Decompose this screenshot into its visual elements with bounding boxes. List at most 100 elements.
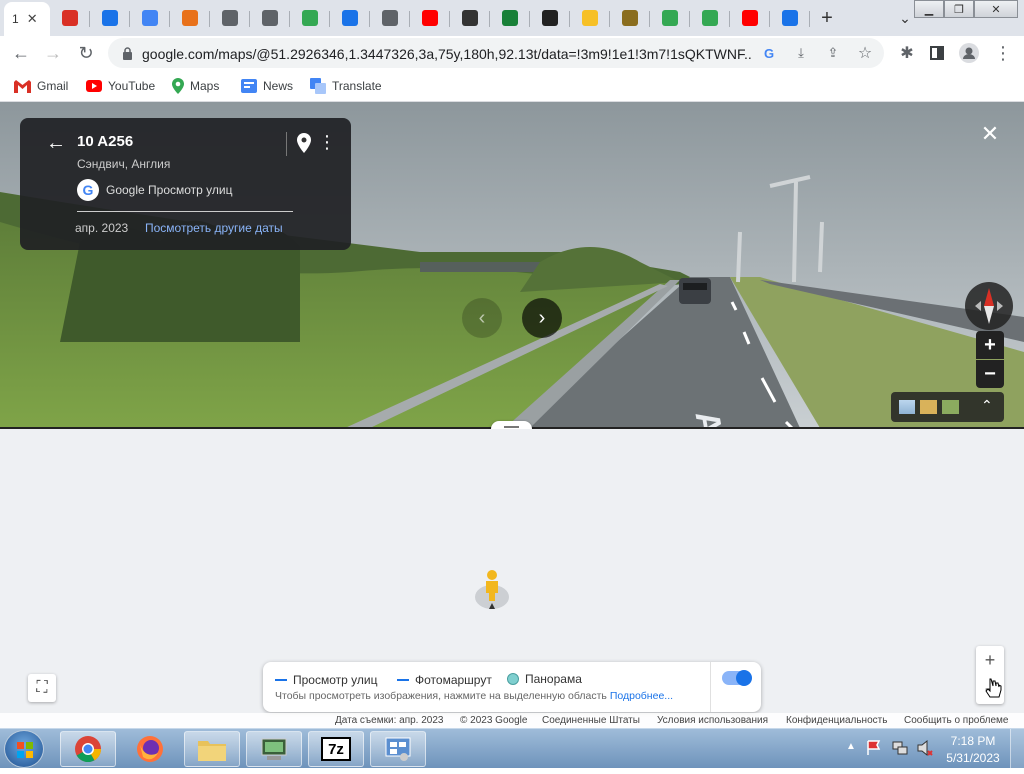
sv-zoom-in-button[interactable]: +: [976, 331, 1004, 359]
map-zoom-in-button[interactable]: +: [976, 646, 1004, 675]
layer-legend-panel: Просмотр улиц Фотомаршрут Панорама Чтобы…: [263, 662, 761, 712]
clock-date[interactable]: 5/31/2023: [944, 751, 1002, 765]
install-app-icon[interactable]: ⤓: [792, 44, 810, 62]
browser-tab[interactable]: [610, 4, 650, 32]
taskbar-chrome[interactable]: [60, 731, 116, 767]
footer-region[interactable]: Соединенные Штаты: [542, 715, 640, 726]
sv-zoom-out-button[interactable]: −: [976, 360, 1004, 388]
minimap[interactable]: ⛶ + − Просмотр улиц Фотомаршрут Панорама…: [0, 429, 1024, 728]
back-arrow-icon[interactable]: ←: [46, 132, 66, 155]
browser-tab[interactable]: [570, 4, 610, 32]
forward-button[interactable]: →: [40, 40, 66, 66]
expand-chevron-icon[interactable]: ⌃: [981, 397, 993, 414]
back-button[interactable]: ←: [8, 40, 34, 66]
taskbar-explorer[interactable]: [184, 731, 240, 767]
more-info-link[interactable]: Подробнее...: [610, 690, 673, 702]
control-panel-icon: [385, 737, 411, 761]
thumbnail-field[interactable]: [920, 400, 937, 414]
bookmark-translate[interactable]: Translate: [310, 77, 382, 95]
reload-button[interactable]: ↻: [73, 40, 99, 66]
more-options-icon[interactable]: ⋮: [318, 132, 336, 153]
bookmark-star-icon[interactable]: ☆: [856, 44, 874, 62]
map-pin-icon[interactable]: [297, 133, 311, 158]
extensions-icon[interactable]: ✱: [894, 40, 920, 66]
tray-network-icon[interactable]: [892, 739, 908, 762]
restore-button[interactable]: ❐: [944, 0, 974, 18]
browser-tab[interactable]: [650, 4, 690, 32]
download-orange-icon: [182, 10, 198, 26]
nav-right-arrow[interactable]: ›: [522, 298, 562, 338]
new-tab-button[interactable]: +: [810, 4, 844, 32]
profile-avatar[interactable]: [956, 40, 982, 66]
bookmark-news[interactable]: News: [241, 77, 293, 95]
other-dates-link[interactable]: Посмотреть другие даты: [145, 221, 283, 235]
pegman-icon[interactable]: [474, 569, 510, 618]
streetview-layer-toggle[interactable]: [722, 670, 752, 686]
url-text[interactable]: google.com/maps/@51.2926346,1.3447326,3a…: [142, 46, 752, 62]
browser-tab[interactable]: [490, 4, 530, 32]
7zip-icon: 7z: [321, 737, 351, 761]
browser-tab[interactable]: [50, 4, 90, 32]
thumbnail-sky[interactable]: [899, 400, 915, 414]
close-window-button[interactable]: ✕: [974, 0, 1018, 18]
taskbar-control-panel[interactable]: [370, 731, 426, 767]
footer-copyright: © 2023 Google: [460, 715, 528, 726]
browser-tab[interactable]: [250, 4, 290, 32]
taskbar-7zip[interactable]: 7z: [308, 731, 364, 767]
panorama-dot-icon: [507, 673, 519, 685]
browser-tab[interactable]: [690, 4, 730, 32]
bookmark-youtube[interactable]: YouTube: [86, 77, 155, 95]
layer-streetview[interactable]: Просмотр улиц: [275, 673, 377, 687]
gmail-icon: [14, 79, 31, 93]
bookmark-maps[interactable]: Maps: [172, 77, 219, 95]
bookmark-gmail[interactable]: Gmail: [14, 77, 68, 95]
fullscreen-icon[interactable]: ⛶: [28, 674, 56, 702]
tab-active[interactable]: 1 ✕: [4, 2, 50, 36]
browser-tab[interactable]: [450, 4, 490, 32]
translate-icon: [310, 78, 326, 94]
tray-volume-icon[interactable]: [916, 739, 934, 762]
lock-icon[interactable]: [118, 44, 136, 62]
share-green-icon: [302, 10, 318, 26]
browser-tab[interactable]: [410, 4, 450, 32]
browser-tab[interactable]: [370, 4, 410, 32]
show-hidden-icons[interactable]: ▲: [846, 741, 856, 752]
browser-tab[interactable]: [130, 4, 170, 32]
clock-time[interactable]: 7:18 PM: [948, 734, 998, 748]
browser-tab[interactable]: [330, 4, 370, 32]
browser-tab[interactable]: [170, 4, 210, 32]
browser-tab[interactable]: [90, 4, 130, 32]
menu-kebab-icon[interactable]: ⋮: [990, 40, 1016, 66]
minimize-button[interactable]: ▁: [914, 0, 944, 18]
tray-flag-icon[interactable]: [866, 739, 882, 762]
network-icon: [261, 738, 287, 760]
window-controls: ▁ ❐ ✕: [914, 0, 1018, 20]
taskbar-network[interactable]: [246, 731, 302, 767]
address-bar[interactable]: google.com/maps/@51.2926346,1.3447326,3a…: [108, 38, 884, 68]
browser-tab[interactable]: [730, 4, 770, 32]
nav-left-arrow[interactable]: ‹: [462, 298, 502, 338]
side-panel-icon[interactable]: [924, 40, 950, 66]
browser-tab[interactable]: [290, 4, 330, 32]
footer-report[interactable]: Сообщить о проблеме: [904, 715, 1008, 726]
browser-tab[interactable]: [530, 4, 570, 32]
browser-tab[interactable]: [210, 4, 250, 32]
google-lens-icon[interactable]: G: [760, 44, 778, 62]
layer-panorama[interactable]: Панорама: [507, 672, 582, 686]
street-view-panorama[interactable]: A256 ← 10 A256 Сэндвич, Англия G Google …: [0, 102, 1024, 428]
compass-icon[interactable]: [965, 282, 1013, 330]
share-icon[interactable]: ⇪: [824, 44, 842, 62]
footer-terms[interactable]: Условия использования: [657, 715, 768, 726]
folder-icon: [198, 741, 226, 761]
photo-thumbnails-strip[interactable]: ⌃: [891, 392, 1004, 422]
thumbnail-trees[interactable]: [942, 400, 959, 414]
close-tab-icon[interactable]: ✕: [27, 11, 38, 27]
show-desktop-button[interactable]: [1010, 729, 1024, 769]
layer-photo-route[interactable]: Фотомаршрут: [397, 673, 492, 687]
start-button[interactable]: [4, 730, 44, 768]
taskbar-firefox[interactable]: [122, 731, 178, 767]
browser-tab[interactable]: [770, 4, 810, 32]
footer-privacy[interactable]: Конфиденциальность: [786, 715, 887, 726]
gmail-icon: [62, 10, 78, 26]
close-street-view-icon[interactable]: ✕: [978, 121, 1002, 146]
